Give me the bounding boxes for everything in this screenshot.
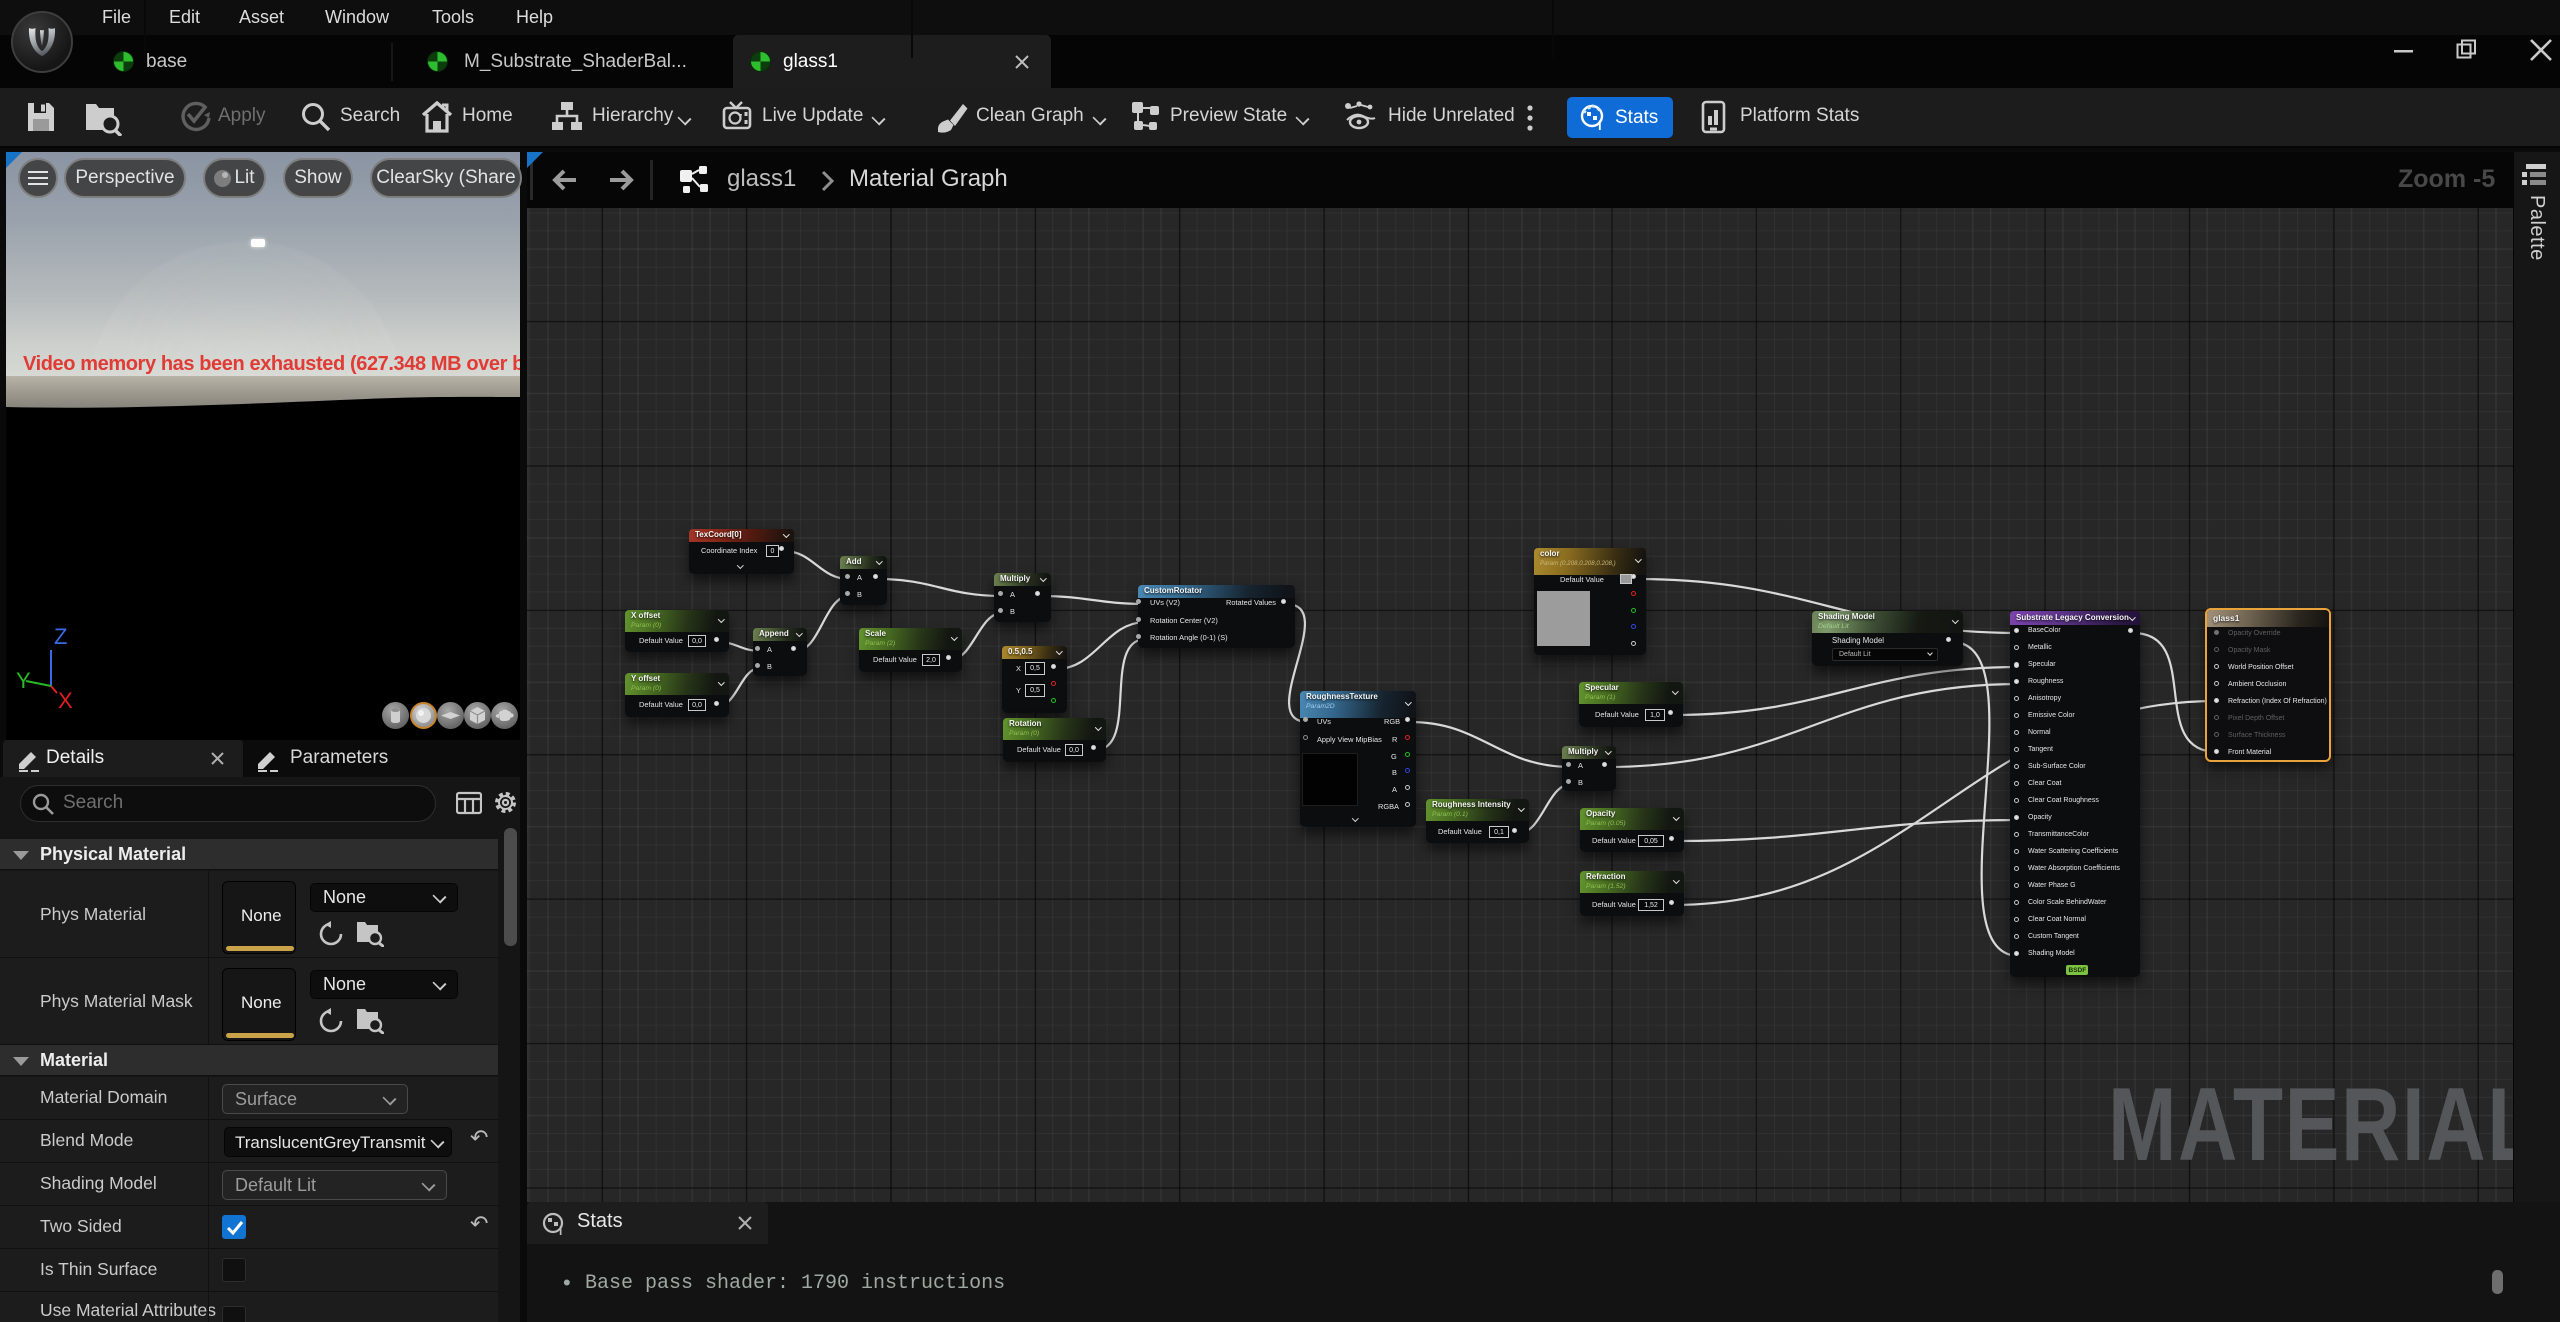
svg-text:Z: Z xyxy=(54,624,67,649)
svg-text:X: X xyxy=(58,688,73,712)
svg-text:i: i xyxy=(559,1224,562,1237)
svg-text:Y: Y xyxy=(16,668,31,693)
svg-text:i: i xyxy=(1598,118,1602,132)
